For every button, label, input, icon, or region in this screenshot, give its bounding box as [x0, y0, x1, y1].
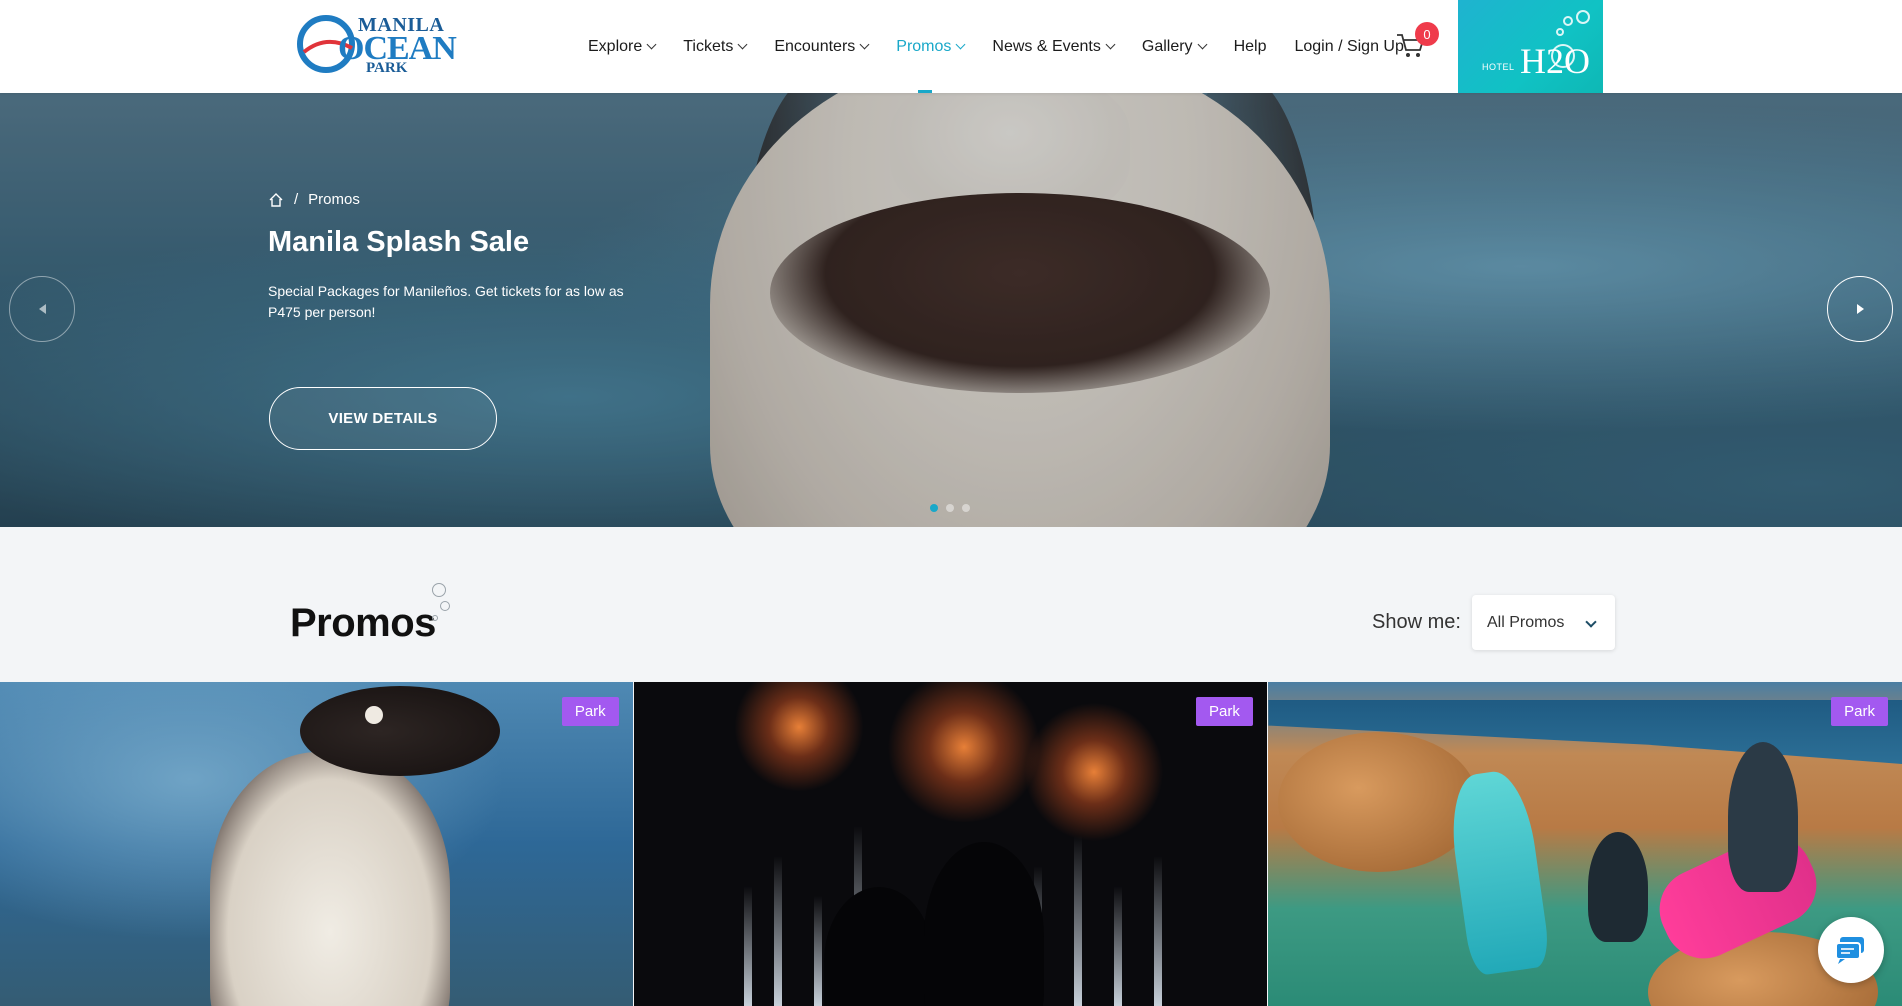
cart-count-badge: 0 [1415, 22, 1439, 46]
bubble-icon [1556, 28, 1564, 36]
promo-cards: Park Park Park [0, 682, 1902, 1006]
nav-explore[interactable]: Explore [588, 0, 657, 93]
chevron-down-icon [1585, 616, 1597, 628]
promo-card[interactable]: Park [634, 682, 1267, 1006]
chevron-down-icon [859, 39, 870, 50]
arrow-right-icon [1856, 304, 1864, 314]
slider-dot[interactable] [946, 504, 954, 512]
breadcrumb-separator: / [294, 191, 299, 208]
page-title: Promos [290, 601, 436, 645]
hotel-h2o-link[interactable]: HOTEL H2O [1458, 0, 1603, 93]
chevron-down-icon [737, 39, 748, 50]
decor-bubble-icon [432, 583, 446, 597]
hotel-word: HOTEL [1482, 62, 1515, 72]
bubble-icon [1563, 16, 1573, 26]
promo-card[interactable]: Park [0, 682, 633, 1006]
promo-filter-select[interactable]: All Promos [1472, 595, 1615, 650]
slider-dots [930, 504, 978, 512]
slider-dot[interactable] [962, 504, 970, 512]
hotel-brand: H2O [1520, 41, 1590, 81]
filter-selected-value: All Promos [1487, 613, 1565, 631]
category-tag: Park [1196, 697, 1253, 726]
bubble-icon [1576, 10, 1590, 24]
chevron-down-icon [1105, 39, 1116, 50]
decor-bubble-icon [440, 601, 450, 611]
site-header: MANILA OCEAN PARK Explore Tickets Encoun… [0, 0, 1902, 93]
hero-description: Special Packages for Manileños. Get tick… [268, 283, 624, 320]
nav-encounters[interactable]: Encounters [774, 0, 870, 93]
hero-content: / Promos Manila Splash Sale Special Pack… [268, 191, 668, 323]
chevron-down-icon [1197, 39, 1208, 50]
couple-silhouette [824, 887, 935, 1006]
filter-label: Show me: [1372, 611, 1461, 633]
logo-text-park: PARK [366, 60, 408, 76]
slider-dot[interactable] [930, 504, 938, 512]
chat-button[interactable] [1818, 917, 1884, 983]
nav-promos[interactable]: Promos [896, 0, 966, 93]
view-details-button[interactable]: VIEW DETAILS [269, 387, 497, 450]
mermaid-image [1444, 767, 1552, 977]
main-nav: Explore Tickets Encounters Promos News &… [588, 0, 1432, 93]
nav-news-events[interactable]: News & Events [992, 0, 1116, 93]
chevron-down-icon [955, 39, 966, 50]
nav-tickets[interactable]: Tickets [683, 0, 748, 93]
breadcrumb-current: Promos [308, 191, 360, 208]
penguin-image [210, 752, 450, 1006]
chevron-down-icon [646, 39, 657, 50]
arrow-left-icon [38, 304, 46, 314]
manila-ocean-park-logo[interactable]: MANILA OCEAN PARK [296, 8, 466, 78]
home-icon[interactable] [268, 192, 284, 208]
hero-banner: / Promos Manila Splash Sale Special Pack… [0, 93, 1902, 527]
promo-card[interactable]: Park [1268, 682, 1902, 1006]
decor-bubble-icon [432, 615, 438, 621]
hero-title: Manila Splash Sale [268, 226, 530, 258]
breadcrumb: / Promos [268, 191, 668, 208]
category-tag: Park [561, 697, 619, 726]
slider-prev-button[interactable] [9, 276, 75, 342]
chat-icon [1835, 937, 1864, 964]
nav-gallery[interactable]: Gallery [1142, 0, 1208, 93]
slider-next-button[interactable] [1827, 276, 1893, 342]
nav-help[interactable]: Help [1234, 0, 1267, 93]
category-tag: Park [1831, 697, 1889, 726]
nav-login-signup[interactable]: Login / Sign Up [1294, 0, 1403, 93]
promos-section-header: Promos Show me: All Promos [0, 527, 1902, 682]
